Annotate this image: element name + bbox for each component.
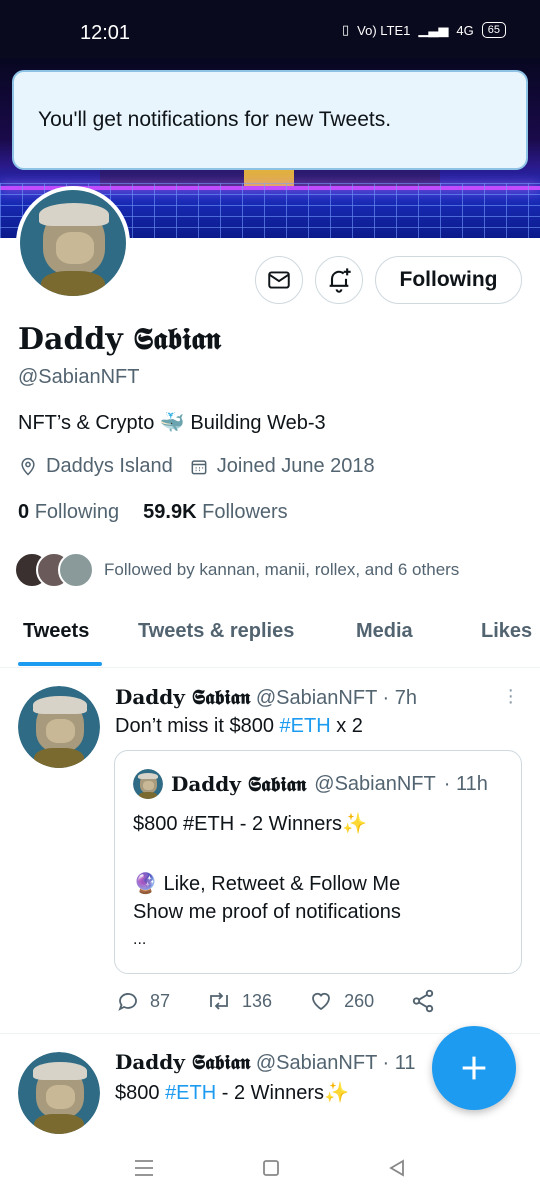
like-button[interactable]: 260 <box>308 989 374 1013</box>
avatar-image <box>20 190 126 296</box>
tab-likes[interactable]: Likes <box>481 620 532 643</box>
tweet-text-part: $800 <box>115 1082 166 1104</box>
followers-count: 59.9K <box>143 501 197 523</box>
calendar-icon <box>191 459 207 474</box>
tab-tweets-replies[interactable]: Tweets & replies <box>138 620 294 643</box>
following-label: Following <box>34 501 120 523</box>
following-link[interactable]: 0 Following <box>18 501 119 524</box>
tab-media[interactable]: Media <box>356 620 413 643</box>
quote-line: Show me proof of notifications <box>133 901 401 923</box>
follow-stats: 0 Following 59.9K Followers <box>18 501 288 524</box>
home-icon[interactable] <box>261 1158 281 1178</box>
tweet-time: · 11 <box>382 1052 416 1074</box>
author-handle: @SabianNFT <box>255 687 377 709</box>
plus-icon <box>462 1056 486 1080</box>
status-icons: ▯ Vo) LTE1 ▁▃▅ 4G 65 <box>342 22 506 38</box>
joined-text: Joined June 2018 <box>216 455 375 477</box>
tweet-header: Daddy 𝕾𝖆𝖇𝖎𝖆𝖓 @SabianNFT · 7h <box>115 685 417 710</box>
user-handle: @SabianNFT <box>18 366 140 388</box>
battery-icon: 65 <box>481 22 506 38</box>
compose-tweet-button[interactable] <box>432 1026 516 1110</box>
tweet-text-part: x 2 <box>330 715 363 737</box>
profile-bio: NFT’s & Crypto 🐳 Building Web-3 <box>18 410 326 435</box>
profile-avatar[interactable] <box>16 186 130 300</box>
tweet-text-part: - 2 Winners✨ <box>216 1082 349 1104</box>
location-pin-icon <box>21 457 35 476</box>
followed-by-text: Followed by kannan, manii, rollex, and 6… <box>104 560 460 579</box>
quote-ellipsis: ... <box>133 931 147 948</box>
network-label: Vo) LTE1 <box>357 22 411 38</box>
quote-line: 🔮 Like, Retweet & Follow Me <box>133 873 401 895</box>
share-button[interactable] <box>410 988 436 1014</box>
quote-line: $800 #ETH - 2 Winners✨ <box>133 813 367 835</box>
network-type: 4G <box>456 22 474 38</box>
notifications-button[interactable] <box>315 256 363 304</box>
tweet-actions: 87 136 260 <box>116 988 472 1014</box>
avatar <box>58 552 94 588</box>
author-name[interactable]: Daddy 𝕾𝖆𝖇𝖎𝖆𝖓 <box>115 685 250 709</box>
more-options-icon[interactable]: · · · <box>507 680 514 712</box>
profile-meta: Daddys Island Joined June 2018 <box>18 455 375 478</box>
heart-icon <box>312 992 330 1011</box>
reply-count: 87 <box>150 990 171 1011</box>
quote-author-handle: @SabianNFT <box>314 772 436 795</box>
author-handle: @SabianNFT <box>255 1052 377 1074</box>
menu-icon[interactable] <box>133 1158 155 1178</box>
vibrate-icon: ▯ <box>342 22 350 37</box>
follower-avatars <box>14 552 94 588</box>
display-name: Daddy 𝕾𝖆𝖇𝖎𝖆𝖓 <box>18 322 221 357</box>
quote-time: · 11h <box>443 772 488 795</box>
tweet-text-part: Don’t miss it $800 <box>115 715 280 737</box>
retweet-count: 136 <box>242 990 273 1011</box>
system-nav-bar <box>0 1135 540 1200</box>
back-icon[interactable] <box>387 1158 407 1178</box>
hashtag-link[interactable]: #ETH <box>280 715 331 737</box>
status-bar: 12:01 ▯ Vo) LTE1 ▁▃▅ 4G 65 <box>0 0 540 58</box>
whale-icon: 🐳 <box>159 412 185 434</box>
hashtag-link[interactable]: #ETH <box>165 1082 216 1104</box>
location-text: Daddys Island <box>46 455 173 477</box>
quote-header: Daddy 𝕾𝖆𝖇𝖎𝖆𝖓 @SabianNFT · 11h <box>133 769 488 799</box>
tweet-text: $800 #ETH - 2 Winners✨ <box>115 1080 349 1105</box>
avatar[interactable] <box>18 1052 100 1134</box>
toast-message: You'll get notifications for new Tweets. <box>38 108 392 131</box>
join-date: Joined June 2018 <box>189 455 375 478</box>
followed-by[interactable]: Followed by kannan, manii, rollex, and 6… <box>14 552 459 588</box>
avatar[interactable] <box>18 686 100 768</box>
quote-author-name: Daddy 𝕾𝖆𝖇𝖎𝖆𝖓 <box>171 772 307 796</box>
tweet-header: Daddy 𝕾𝖆𝖇𝖎𝖆𝖓 @SabianNFT · 11 <box>115 1050 415 1075</box>
quoted-tweet[interactable]: Daddy 𝕾𝖆𝖇𝖎𝖆𝖓 @SabianNFT · 11h $800 #ETH … <box>114 750 522 974</box>
message-button[interactable] <box>255 256 303 304</box>
followers-link[interactable]: 59.9K Followers <box>143 501 288 524</box>
active-tab-indicator <box>18 662 102 666</box>
avatar <box>133 769 163 799</box>
location: Daddys Island <box>18 455 173 478</box>
notification-toast: You'll get notifications for new Tweets. <box>12 70 528 170</box>
followers-label: Followers <box>202 501 288 523</box>
following-count: 0 <box>18 501 30 523</box>
reply-icon <box>118 993 137 1011</box>
like-count: 260 <box>344 990 375 1011</box>
bio-text-1: NFT’s & Crypto <box>18 412 155 434</box>
bell-plus-icon <box>329 268 351 293</box>
tweet-text: Don’t miss it $800 #ETH x 2 <box>115 715 363 738</box>
retweet-button[interactable]: 136 <box>206 989 272 1013</box>
signal-icon: ▁▃▅ <box>418 22 449 37</box>
profile-tabs: Tweets Tweets & replies Media Likes <box>0 600 540 668</box>
tab-tweets[interactable]: Tweets <box>23 620 89 643</box>
tweet-time: · 7h <box>382 687 417 709</box>
mail-icon <box>268 271 290 289</box>
clock: 12:01 <box>80 22 131 44</box>
following-button[interactable]: Following <box>375 256 522 304</box>
retweet-icon <box>210 992 228 1010</box>
author-name[interactable]: Daddy 𝕾𝖆𝖇𝖎𝖆𝖓 <box>115 1050 250 1074</box>
share-icon <box>412 989 434 1013</box>
reply-button[interactable]: 87 <box>116 989 170 1013</box>
bio-text-2: Building Web-3 <box>190 412 326 434</box>
